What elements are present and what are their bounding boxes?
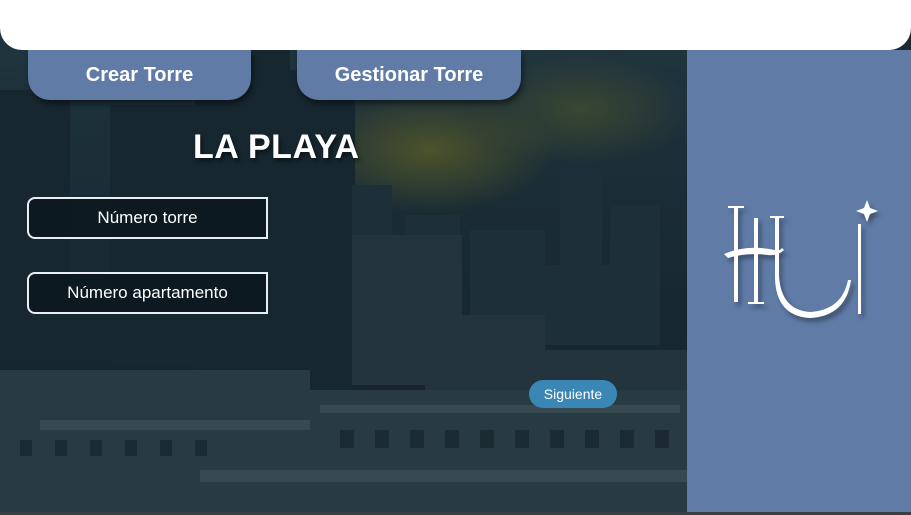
tab-gestionar-torre[interactable]: Gestionar Torre — [297, 50, 521, 100]
numero-apartamento-field[interactable] — [27, 272, 268, 314]
tab-crear-torre[interactable]: Crear Torre — [28, 50, 251, 100]
numero-torre-field[interactable] — [27, 197, 268, 239]
page-title: LA PLAYA — [193, 128, 360, 166]
top-bar — [0, 0, 911, 50]
hu-monogram-logo-icon — [724, 200, 878, 318]
siguiente-button[interactable]: Siguiente — [529, 380, 617, 408]
